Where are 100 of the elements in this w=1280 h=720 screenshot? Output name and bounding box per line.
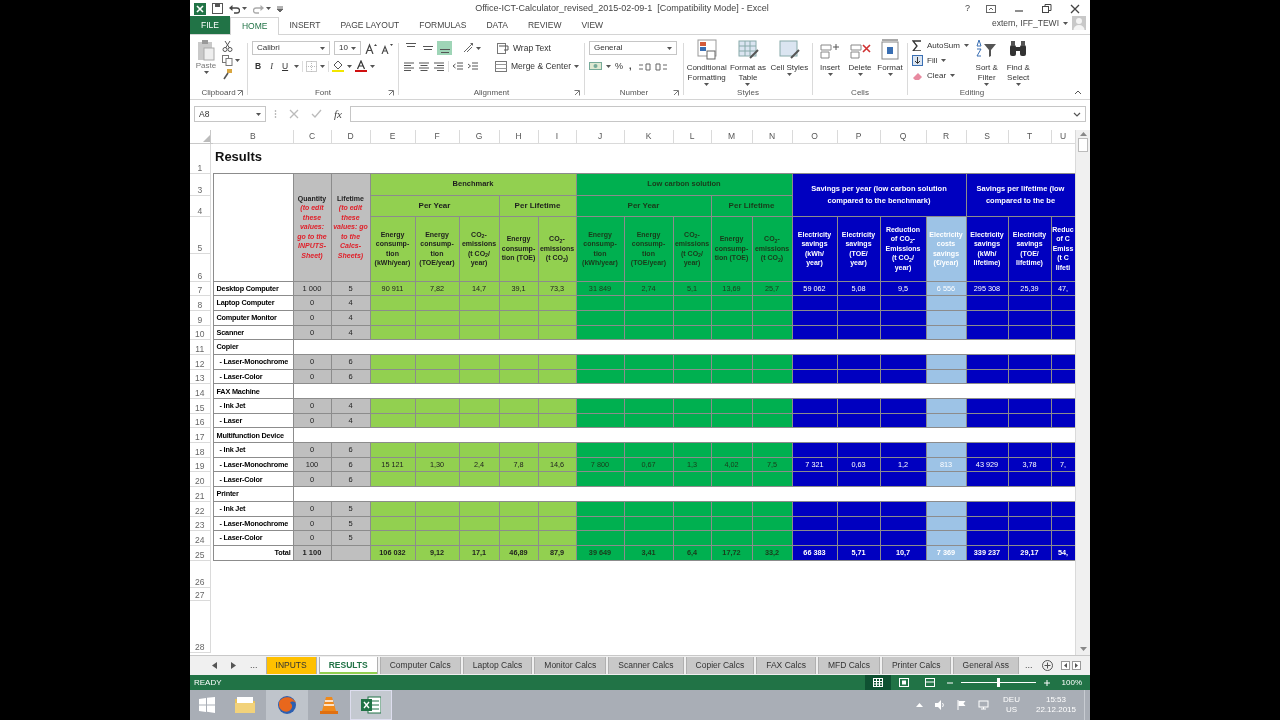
find-select-button[interactable]: Find & Select: [1004, 39, 1032, 87]
zoom-slider-thumb[interactable]: [996, 678, 1000, 687]
page-break-icon[interactable]: [924, 678, 935, 687]
next-sheet-icon[interactable]: [231, 662, 236, 669]
row-number[interactable]: 4: [197, 205, 203, 216]
shrink-font-icon[interactable]: [381, 42, 393, 54]
sort-filter-button[interactable]: Sort & Filter: [972, 39, 1001, 87]
sheet-tab[interactable]: MFD Calcs: [817, 657, 880, 674]
account-name[interactable]: extern, IFF_TEWI: [991, 16, 1059, 30]
ribbon-tab[interactable]: DATA: [476, 16, 518, 34]
align-right-icon[interactable]: [433, 61, 445, 72]
row-number[interactable]: 15: [195, 402, 205, 413]
percent-button[interactable]: %: [615, 60, 623, 74]
zoom-level[interactable]: 100%: [1061, 676, 1082, 689]
fill-color-icon[interactable]: [332, 60, 345, 73]
row-number[interactable]: 5: [197, 242, 203, 253]
ribbon-tab[interactable]: VIEW: [571, 16, 614, 34]
sheet-tab[interactable]: Computer Calcs: [379, 657, 461, 674]
normal-view-button[interactable]: [864, 675, 891, 690]
save-icon[interactable]: [212, 3, 223, 14]
increase-indent-icon[interactable]: [467, 61, 479, 72]
ribbon-tab[interactable]: FILE: [190, 16, 230, 34]
dialog-launcher-icon[interactable]: [388, 90, 394, 96]
collapse-ribbon-icon[interactable]: [1074, 90, 1082, 95]
ribbon-tab[interactable]: HOME: [229, 17, 280, 35]
column-letter[interactable]: Q: [899, 130, 907, 141]
bold-button[interactable]: B: [252, 60, 265, 73]
row-number[interactable]: 13: [195, 373, 205, 384]
previous-sheet-icon[interactable]: [212, 662, 217, 669]
name-box[interactable]: A8: [194, 106, 266, 122]
page-layout-icon[interactable]: [898, 678, 909, 687]
ribbon-tab[interactable]: FORMULAS: [409, 16, 477, 34]
close-icon[interactable]: [1070, 3, 1080, 14]
column-letter[interactable]: T: [1026, 130, 1033, 141]
insert-button[interactable]: Insert: [815, 39, 845, 87]
ribbon-tab[interactable]: INSERT: [279, 16, 331, 34]
sheet-tab[interactable]: Scanner Calcs: [608, 657, 684, 674]
column-letter[interactable]: R: [942, 130, 950, 141]
drag-handle-icon[interactable]: [274, 109, 277, 119]
taskbar-app[interactable]: [266, 690, 308, 720]
scroll-right-icon[interactable]: [1072, 661, 1082, 670]
row-number[interactable]: 21: [195, 490, 205, 501]
row-number[interactable]: 18: [195, 446, 205, 457]
column-letter[interactable]: C: [308, 130, 316, 141]
conditional-formatting-button[interactable]: Conditional Formatting: [686, 39, 728, 87]
font-size-field[interactable]: 10: [334, 41, 361, 55]
column-letter[interactable]: J: [597, 130, 603, 141]
decrease-decimal-icon[interactable]: [654, 61, 668, 72]
orientation-icon[interactable]: [462, 42, 474, 54]
align-center-icon[interactable]: [418, 61, 430, 72]
row-number[interactable]: 11: [195, 343, 205, 354]
row-number[interactable]: 9: [197, 314, 203, 325]
clear-button[interactable]: Clear: [912, 69, 969, 82]
merge-center-button[interactable]: Merge & Center: [495, 60, 571, 73]
delete-button[interactable]: Delete: [845, 39, 875, 87]
sheet-tab[interactable]: Printer Calcs: [881, 657, 951, 674]
column-letter[interactable]: U: [1059, 130, 1067, 141]
customize-icon[interactable]: [277, 5, 283, 12]
ribbon-tab[interactable]: PAGE LAYOUT: [330, 16, 410, 34]
column-letter[interactable]: K: [645, 130, 652, 141]
sheet-tab[interactable]: General Ass: [952, 657, 1019, 674]
grow-font-icon[interactable]: [365, 42, 377, 54]
sheet-tab[interactable]: Monitor Calcs: [534, 657, 607, 674]
number-format-field[interactable]: General: [589, 41, 677, 55]
vertical-scrollbar[interactable]: [1075, 130, 1090, 655]
more-sheets-button[interactable]: ...: [1020, 658, 1037, 673]
new-sheet-icon[interactable]: [1042, 660, 1054, 671]
sheet-tab[interactable]: INPUTS: [265, 657, 317, 674]
column-letter[interactable]: M: [727, 130, 736, 141]
bottom-align-button[interactable]: [437, 41, 452, 55]
ribbon-display-icon[interactable]: [986, 4, 996, 13]
format-button[interactable]: Format: [875, 39, 905, 87]
taskbar-app[interactable]: [350, 690, 392, 720]
sheet-tab[interactable]: Laptop Calcs: [462, 657, 533, 674]
fill-button[interactable]: Fill: [912, 54, 969, 67]
italic-button[interactable]: I: [267, 60, 276, 73]
column-letter[interactable]: P: [855, 130, 862, 141]
increase-decimal-icon[interactable]: [637, 61, 651, 72]
scroll-thumb[interactable]: [1078, 138, 1088, 152]
redo-icon[interactable]: [253, 3, 264, 14]
wrap-text-button[interactable]: Wrap Text: [497, 41, 551, 55]
sheet-tab[interactable]: Copier Calcs: [685, 657, 755, 674]
scroll-down-icon[interactable]: [1079, 647, 1087, 651]
column-letter[interactable]: H: [515, 130, 522, 141]
excel-icon[interactable]: [194, 2, 206, 15]
column-letter[interactable]: D: [347, 130, 354, 141]
row-number[interactable]: 8: [197, 299, 203, 310]
decrease-indent-icon[interactable]: [452, 61, 464, 72]
formula-input[interactable]: [349, 106, 1086, 122]
zoom-in-icon[interactable]: [1043, 679, 1050, 686]
font-name-field[interactable]: Calibri: [252, 41, 330, 55]
more-sheets-button[interactable]: ...: [244, 658, 264, 673]
scroll-up-icon[interactable]: [1079, 132, 1087, 136]
column-letter[interactable]: B: [249, 130, 256, 141]
ribbon-tab[interactable]: REVIEW: [517, 16, 572, 34]
column-letter[interactable]: L: [689, 130, 695, 141]
column-letter[interactable]: I: [555, 130, 559, 141]
undo-icon[interactable]: [229, 3, 240, 14]
sheet-tab[interactable]: FAX Calcs: [756, 657, 816, 674]
column-letter[interactable]: O: [811, 130, 818, 141]
